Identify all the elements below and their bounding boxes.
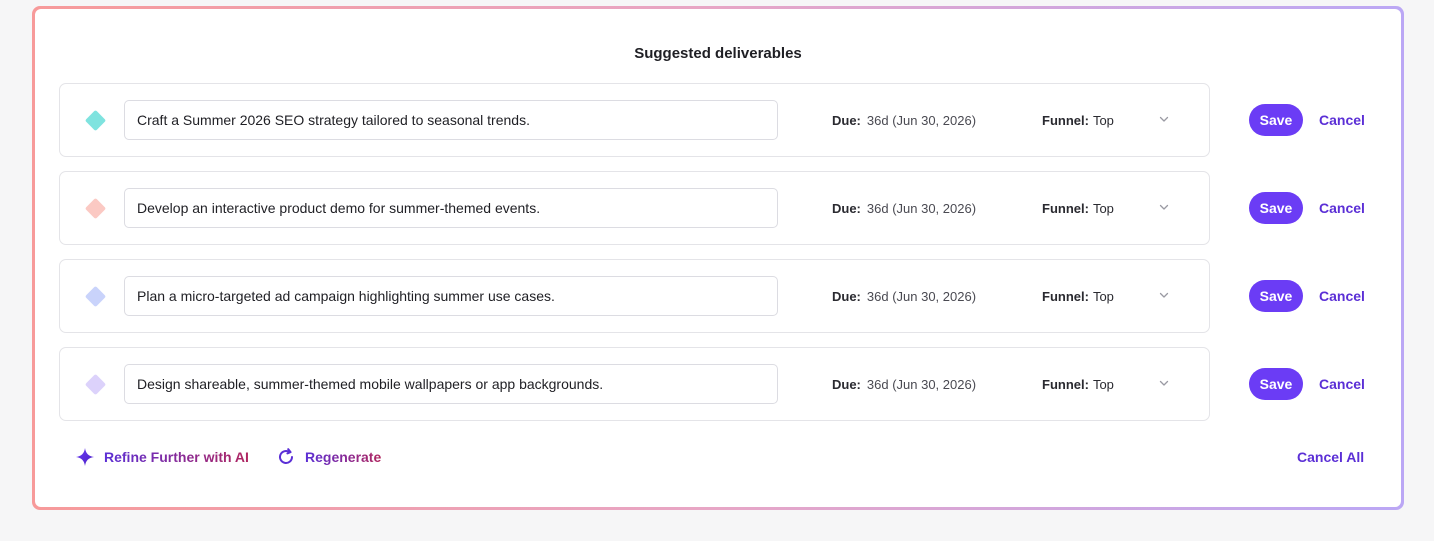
suggested-deliverables-panel: Suggested deliverables Due: 36d (Jun 30, … [35,9,1401,507]
funnel-value: Top [1092,113,1114,128]
due-value: 36d (Jun 30, 2026) [866,377,977,392]
cancel-all-button[interactable]: Cancel All [1297,449,1364,465]
due-value: 36d (Jun 30, 2026) [866,289,977,304]
deliverable-text-input[interactable] [124,364,778,404]
funnel-label: Funnel: [1042,289,1089,304]
chevron-down-icon[interactable] [1157,376,1171,390]
diamond-icon [84,373,107,396]
due-value: 36d (Jun 30, 2026) [866,201,977,216]
save-button[interactable]: Save [1249,368,1303,400]
due-value: 36d (Jun 30, 2026) [866,113,977,128]
regenerate-button[interactable]: Regenerate [276,445,381,469]
funnel-stage: Funnel: Top [1042,377,1114,392]
funnel-label: Funnel: [1042,113,1089,128]
funnel-label: Funnel: [1042,201,1089,216]
funnel-stage: Funnel: Top [1042,201,1114,216]
cancel-button[interactable]: Cancel [1319,192,1365,224]
due-date: Due: 36d (Jun 30, 2026) [832,377,976,392]
due-label: Due: [832,377,861,392]
due-date: Due: 36d (Jun 30, 2026) [832,289,976,304]
funnel-label: Funnel: [1042,377,1089,392]
deliverable-row: Due: 36d (Jun 30, 2026) Funnel:Top [59,259,1210,333]
panel-title: Suggested deliverables [634,45,802,62]
due-label: Due: [832,113,861,128]
due-label: Due: [832,201,861,216]
cancel-button[interactable]: Cancel [1319,280,1365,312]
diamond-icon [84,197,107,220]
diamond-icon [84,285,107,308]
chevron-down-icon[interactable] [1157,112,1171,126]
suggested-deliverables-panel-border: Suggested deliverables Due: 36d (Jun 30, … [32,6,1404,510]
due-label: Due: [832,289,861,304]
chevron-down-icon[interactable] [1157,200,1171,214]
funnel-stage: Funnel: Top [1042,113,1114,128]
deliverable-text-input[interactable] [124,188,778,228]
deliverable-text-input[interactable] [124,100,778,140]
deliverable-row: Due: 36d (Jun 30, 2026) Funnel:Top [59,83,1210,157]
sparkle-icon [76,448,94,466]
refine-with-ai-button[interactable]: Refine Further with AI [75,445,249,469]
save-button[interactable]: Save [1249,192,1303,224]
refine-label: Refine Further with AI [104,449,249,465]
deliverable-row: Due: 36d (Jun 30, 2026) Funnel:Top [59,347,1210,421]
cancel-button[interactable]: Cancel [1319,368,1365,400]
funnel-value: Top [1092,201,1114,216]
funnel-value: Top [1092,289,1114,304]
funnel-value: Top [1092,377,1114,392]
chevron-down-icon[interactable] [1157,288,1171,302]
deliverable-row: Due: 36d (Jun 30, 2026) Funnel:Top [59,171,1210,245]
due-date: Due: 36d (Jun 30, 2026) [832,201,976,216]
refresh-icon [279,448,293,464]
save-button[interactable]: Save [1249,104,1303,136]
funnel-stage: Funnel: Top [1042,289,1114,304]
cancel-button[interactable]: Cancel [1319,104,1365,136]
diamond-icon [84,109,107,132]
deliverable-text-input[interactable] [124,276,778,316]
save-button[interactable]: Save [1249,280,1303,312]
due-date: Due: 36d (Jun 30, 2026) [832,113,976,128]
regenerate-label: Regenerate [305,449,382,465]
